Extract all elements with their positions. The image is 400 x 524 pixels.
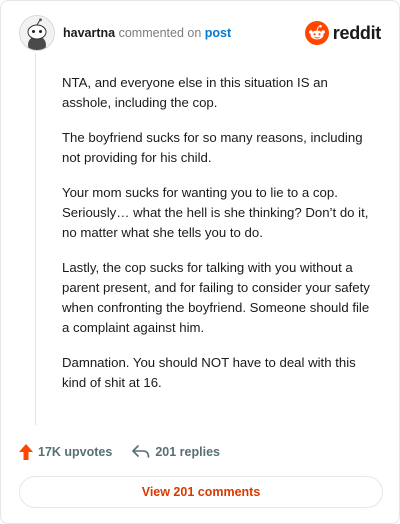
upvote-arrow-icon xyxy=(19,444,33,460)
comment-header: havartna commented on post xyxy=(19,15,231,51)
action-text: commented on xyxy=(118,26,202,40)
thread-line[interactable] xyxy=(35,53,36,425)
username-link[interactable]: havartna xyxy=(63,26,115,40)
reddit-logo[interactable]: reddit xyxy=(304,21,382,45)
snoo-avatar-icon xyxy=(20,16,54,50)
comment-card: havartna commented on post reddit NTA, a… xyxy=(0,0,400,524)
reddit-wordmark: reddit xyxy=(332,22,382,43)
reply-count: 201 replies xyxy=(155,445,220,459)
view-comments-button[interactable]: View 201 comments xyxy=(19,476,383,508)
reddit-alien-icon xyxy=(304,21,329,45)
upvote-button[interactable]: 17K upvotes xyxy=(19,444,112,460)
upvote-count: 17K upvotes xyxy=(38,445,113,459)
comment-paragraph: NTA, and everyone else in this situation… xyxy=(62,75,328,110)
avatar[interactable] xyxy=(19,15,55,51)
comment-paragraph: Your mom sucks for wanting you to lie to… xyxy=(62,185,369,240)
comment-paragraph: Damnation. You should NOT have to deal w… xyxy=(62,355,356,390)
post-link[interactable]: post xyxy=(205,26,231,40)
comment-meta: havartna commented on post xyxy=(63,26,231,40)
comment-paragraph: Lastly, the cop sucks for talking with y… xyxy=(62,260,370,335)
comment-body: NTA, and everyone else in this situation… xyxy=(62,73,374,408)
replies-button[interactable]: 201 replies xyxy=(132,445,220,459)
comment-actions: 17K upvotes 201 replies xyxy=(19,442,220,462)
reply-arrow-icon xyxy=(132,445,150,458)
comment-paragraph: The boyfriend sucks for so many reasons,… xyxy=(62,130,363,165)
